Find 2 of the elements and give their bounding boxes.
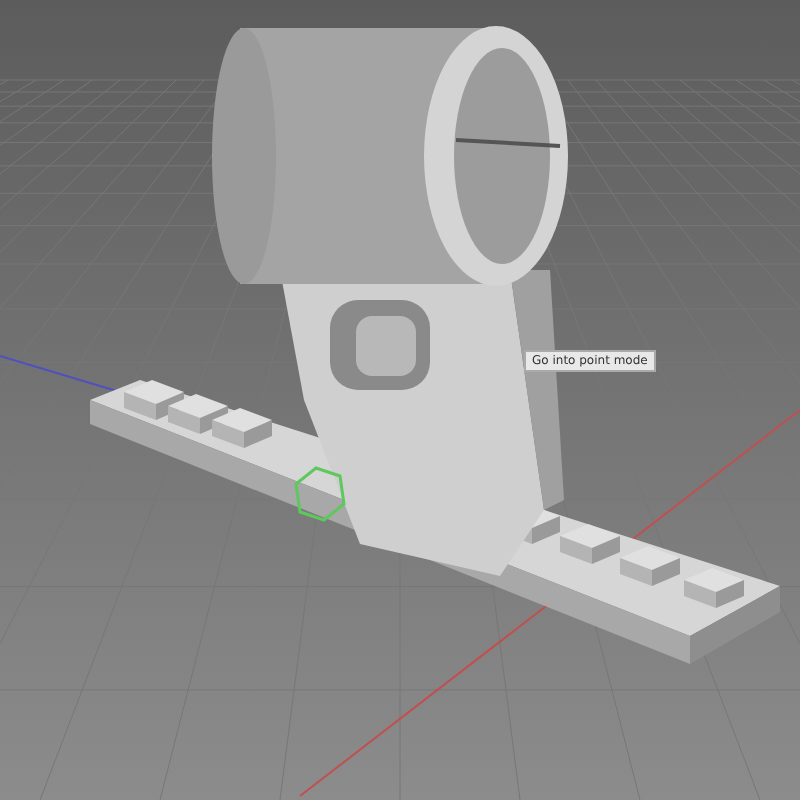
z-axis-line — [0, 355, 121, 393]
selected-polygon-highlight — [294, 466, 346, 522]
